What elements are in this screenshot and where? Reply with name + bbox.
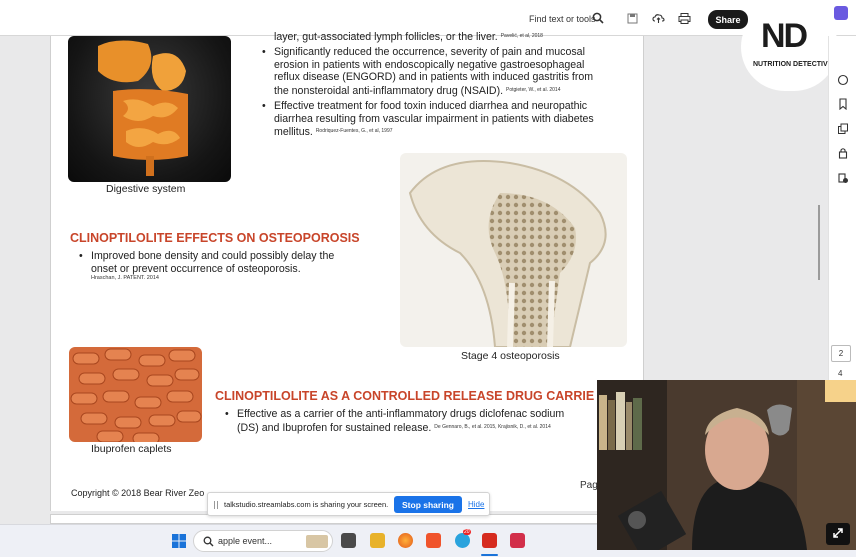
bookshelf-books [599,392,642,450]
next-page-number: 4 [838,369,843,378]
bullet-osteoporosis: • Improved bone density and could possib… [79,250,335,275]
bullet-line: Improved bone density and could possibly… [91,250,335,262]
bullet-line: the nonsteroidal anti-inflammatory drug … [274,84,593,98]
bullet-line: Effective treatment for food toxin induc… [274,100,588,112]
brave-browser-icon[interactable] [426,533,441,548]
windows-start-icon[interactable] [172,534,186,548]
osteoporosis-bone-image [400,153,627,347]
citation: Potgieter, W., et al. 2014 [506,86,561,93]
bullet-diarrhea: • Effective treatment for food toxin ind… [262,100,594,139]
page-label-footer: Pag [580,480,598,491]
stop-sharing-button[interactable]: Stop sharing [394,496,462,513]
bone-illustration [408,160,607,347]
bullet-line: erosion in patients with endoscopically … [274,58,585,71]
caption-stage4-osteoporosis: Stage 4 osteoporosis [461,350,560,362]
webcam-scene [597,380,856,550]
protect-icon[interactable] [837,172,849,184]
nutrition-detective-logo: ND NUTRITION DETECTIVE [741,3,838,91]
telegram-icon[interactable]: 20 [455,529,471,548]
citation-osteoporosis: Hraschan, J. PATENT. 2014 [91,275,159,281]
text-top-partial: layer, gut-associated lymph follicles, o… [274,30,543,44]
expand-video-icon[interactable] [826,523,850,545]
caption-digestive-system: Digestive system [106,183,186,195]
bullet-line: Significantly reduced the occurrence, se… [274,46,585,58]
citation: De Gennaro, B., et al. 2015, Krajisnik, … [434,423,551,430]
upload-cloud-icon[interactable] [652,12,665,25]
caplets-illustration [70,348,202,442]
pdf-page: Digestive system layer, gut-associated l… [50,31,644,511]
bullet-line-text: (DS) and Ibuprofen for sustained release… [237,421,432,434]
file-explorer-icon[interactable] [370,533,385,548]
top-partial-text: layer, gut-associated lymph follicles, o… [274,31,498,43]
bullet-line-text: mellitus. [274,126,313,138]
citation: Rodriquez-Fuentes, G., et al, 1997 [315,128,393,134]
copyright-footer: Copyright © 2018 Bear River Zeo [71,488,205,498]
top-partial-cite: Pavelić, et al, 2018 [500,33,543,39]
logo-subtitle: NUTRITION DETECTIVE [753,61,833,68]
lock-icon[interactable] [837,147,849,159]
bullet-gerd: • Significantly reduced the occurrence, … [262,46,594,98]
bullet-line: (DS) and Ibuprofen for sustained release… [237,421,564,435]
ibuprofen-caplets-image [69,347,202,442]
active-app-indicator [481,554,498,556]
share-button[interactable]: Share [708,10,748,29]
profile-badge-icon[interactable] [834,6,848,20]
sharing-message: talkstudio.streamlabs.com is sharing you… [224,500,389,509]
bullet-line: mellitus. Rodriquez-Fuentes, G., et al, … [274,125,594,139]
save-icon[interactable] [626,12,639,25]
bullet-line: Effective as a carrier of the anti-infla… [237,408,565,420]
heading-drug-carrier: CLINOPTILOLITE AS A CONTROLLED RELEASE D… [215,389,595,403]
copy-pages-icon[interactable] [837,123,849,135]
logo-mark: ND [761,17,808,55]
task-view-icon[interactable] [341,533,356,548]
caption-ibuprofen: Ibuprofen caplets [91,443,172,455]
firefox-icon[interactable] [398,533,413,548]
heading-osteoporosis: CLINOPTILOLITE EFFECTS ON OSTEOPOROSIS [70,231,360,245]
bullet-line-text: the nonsteroidal anti-inflammatory drug … [274,84,504,97]
streamlabs-icon[interactable] [510,533,525,548]
taskbar-search-box[interactable]: apple event... [193,530,333,552]
scrollbar-thumb[interactable] [818,205,820,280]
webcam-overlay [597,380,856,550]
acrobat-icon[interactable] [482,533,497,548]
bullet-line: onset or prevent occurrence of osteoporo… [91,262,301,275]
comment-icon[interactable] [837,74,849,86]
page-number-input[interactable]: 2 [831,345,851,362]
hide-link[interactable]: Hide [468,500,484,509]
taskbar-search-text: apple event... [218,536,273,546]
find-text-label[interactable]: Find text or tools [529,14,596,24]
search-highlight-icon [306,535,328,548]
telegram-badge: 20 [463,529,471,535]
drag-handle-icon[interactable] [214,501,218,509]
digestive-system-image [68,36,231,182]
digestive-organs-illustration [98,40,188,176]
print-icon[interactable] [678,12,691,25]
bullet-line: reflux disease (ENGORD) and in patients … [274,71,594,83]
bullet-line: diarrhea resulting from vascular impairm… [274,112,594,125]
expand-arrows-icon [833,528,843,538]
taskbar-search-icon [203,536,214,547]
bookmark-icon[interactable] [837,98,849,110]
screen-sharing-bar: talkstudio.streamlabs.com is sharing you… [207,492,490,516]
search-icon[interactable] [592,12,604,24]
bullet-drug-carrier: • Effective as a carrier of the anti-inf… [225,408,565,435]
